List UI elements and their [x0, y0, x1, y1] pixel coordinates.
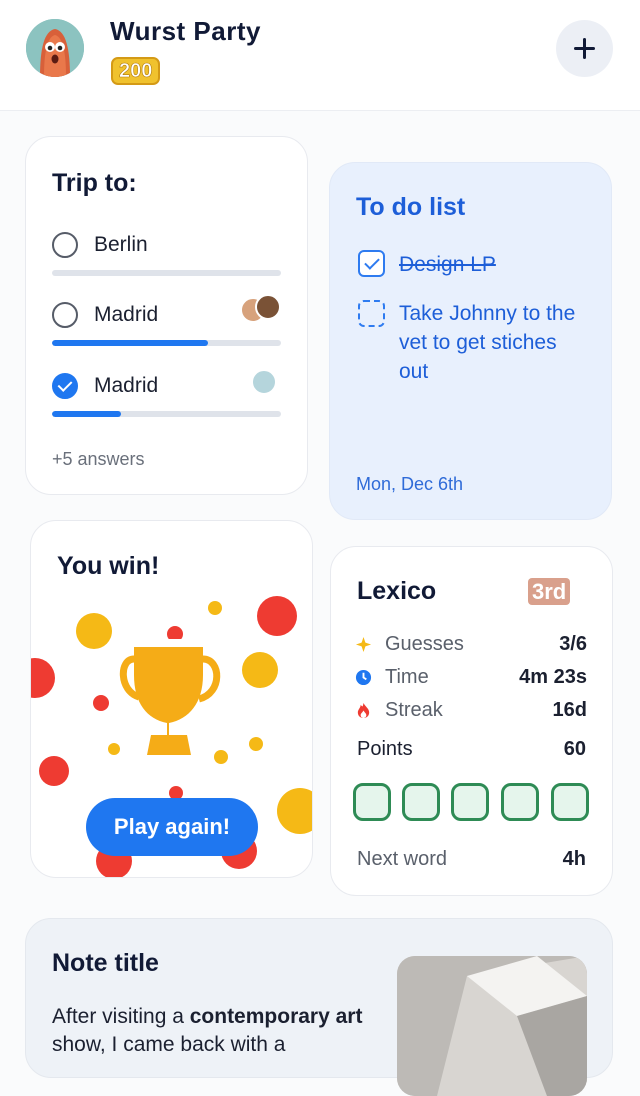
note-text-bold: art [335, 1005, 363, 1028]
stat-value: 4m 23s [519, 666, 587, 688]
poll-option-label: Berlin [94, 233, 148, 256]
stat-value: 16d [552, 699, 587, 721]
note-body: After visiting a contemporary art show, … [52, 1003, 372, 1059]
poll-option-madrid-selected[interactable]: Madrid [52, 369, 282, 429]
stat-row-streak: Streak 16d [355, 699, 587, 725]
voter-avatar [251, 369, 277, 395]
group-title: Wurst Party [110, 16, 261, 46]
note-card[interactable]: Note title After visiting a contemporary… [25, 918, 613, 1096]
fire-icon [357, 702, 370, 719]
rank-badge: 3rd [528, 578, 571, 605]
app-header: Wurst Party 200 [0, 0, 640, 111]
sparkle-icon [355, 636, 372, 653]
next-word-value: 4h [562, 848, 586, 870]
todo-item-pending: Take Johnny to the vet to get stiches ou… [399, 302, 576, 383]
poll-option-label: Madrid [94, 374, 159, 397]
poll-progress-track [52, 340, 281, 346]
letter-tile[interactable] [551, 783, 589, 821]
note-title: Note title [52, 949, 159, 977]
score-badge: 200 [111, 57, 161, 85]
play-again-button[interactable]: Play again! [86, 798, 258, 856]
todo-title: To do list [356, 193, 466, 221]
poll-progress-fill [52, 340, 208, 346]
lexico-card: Lexico 3rd Guesses 3/6 Time 4m 23s Strea… [330, 546, 613, 896]
letter-tile[interactable] [402, 783, 440, 821]
voter-avatar [255, 294, 281, 320]
stat-label: Time [385, 666, 429, 688]
poll-progress-track [52, 411, 281, 417]
note-image [397, 956, 587, 1096]
todo-date: Mon, Dec 6th [356, 474, 464, 494]
win-title: You win! [57, 552, 160, 580]
points-label: Points [357, 738, 413, 760]
poll-progress-track [52, 270, 281, 276]
stat-value: 3/6 [559, 633, 587, 655]
note-text: After visiting a [52, 1005, 190, 1028]
stat-label: Streak [385, 699, 443, 721]
letter-tile[interactable] [501, 783, 539, 821]
todo-item-done: Design LP [399, 253, 496, 276]
poll-option-madrid[interactable]: Madrid [52, 294, 282, 358]
poll-card: Trip to: Berlin Madrid Madrid +5 answers [25, 136, 308, 495]
poll-title: Trip to: [52, 169, 137, 197]
clock-icon [355, 669, 372, 686]
stat-label: Guesses [385, 633, 464, 655]
todo-card: To do list Design LP Take Johnny to the … [329, 162, 612, 520]
stat-row-time: Time 4m 23s [355, 666, 587, 692]
radio-unchecked-icon[interactable] [52, 302, 78, 328]
poll-progress-fill [52, 411, 121, 417]
note-text-bold: contemporary [189, 1005, 330, 1028]
checkbox-checked-icon[interactable] [358, 250, 385, 277]
note-text: show, I came back with a [52, 1033, 286, 1056]
letter-tile[interactable] [451, 783, 489, 821]
lexico-title: Lexico [357, 577, 437, 605]
poll-option-label: Madrid [94, 303, 159, 326]
points-value: 60 [563, 738, 586, 760]
radio-unchecked-icon[interactable] [52, 232, 78, 258]
radio-checked-icon[interactable] [52, 373, 78, 399]
win-card: You win! Play again! [30, 520, 313, 878]
letter-tile[interactable] [353, 783, 391, 821]
more-answers-link[interactable]: +5 answers [52, 449, 145, 470]
checkbox-unchecked-icon[interactable] [358, 300, 385, 327]
trophy-icon [119, 639, 221, 763]
group-avatar[interactable] [26, 19, 84, 77]
stat-row-guesses: Guesses 3/6 [355, 633, 587, 659]
poll-option-berlin[interactable]: Berlin [52, 232, 282, 288]
add-button[interactable] [556, 20, 613, 77]
next-word-label: Next word [357, 848, 448, 870]
